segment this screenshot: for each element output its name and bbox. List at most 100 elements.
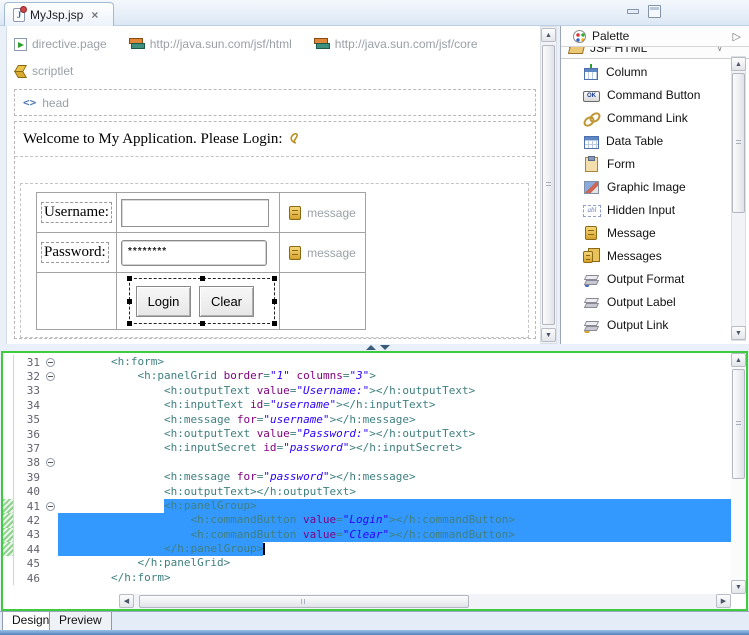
- scrollbar-thumb[interactable]: [542, 45, 555, 325]
- sash-up-icon[interactable]: [366, 345, 376, 350]
- selection-handle[interactable]: [200, 321, 205, 326]
- code-text[interactable]: </h:panelGrid>: [58, 556, 731, 570]
- palette-item-hidden-input[interactable]: Hidden Input: [561, 198, 729, 221]
- code-line-38[interactable]: 38: [3, 456, 731, 470]
- code-text[interactable]: <h:outputText value="Username:"></h:outp…: [58, 384, 731, 398]
- source-editor[interactable]: 31 <h:form>32 <h:panelGrid border="1" co…: [1, 351, 748, 611]
- password-label[interactable]: Password:: [41, 242, 109, 263]
- palette-item-form[interactable]: Form: [561, 152, 729, 175]
- scriptlet-element[interactable]: scriptlet: [14, 63, 73, 79]
- palette-item-message[interactable]: Message: [561, 221, 729, 244]
- code-line-41[interactable]: 41 <h:panelGroup>: [3, 499, 731, 513]
- selection-handle[interactable]: [272, 321, 277, 326]
- split-sash[interactable]: [0, 344, 749, 351]
- palette-item-column[interactable]: Column: [561, 60, 729, 83]
- palette-item-messages[interactable]: Messages: [561, 244, 729, 267]
- code-text[interactable]: <h:inputText id="username"></h:inputText…: [58, 398, 731, 412]
- palette-item-command-link[interactable]: Command Link: [561, 106, 729, 129]
- palette-scrollbar[interactable]: ▲ ▼: [731, 56, 746, 341]
- code-line-32[interactable]: 32 <h:panelGrid border="1" columns="3">: [3, 369, 731, 383]
- selection-handle[interactable]: [272, 299, 277, 304]
- panel-group-selected[interactable]: Login Clear: [129, 278, 275, 324]
- palette-category-jsf-html[interactable]: JSF HTML ∨: [561, 47, 749, 59]
- sash-down-icon[interactable]: [380, 345, 390, 350]
- code-text[interactable]: <h:commandButton value="Clear"></h:comma…: [58, 528, 731, 542]
- panel-grid-table[interactable]: Username: message: [36, 192, 366, 330]
- code-text[interactable]: <h:message for="password"></h:message>: [58, 470, 731, 484]
- code-line-44[interactable]: 44 </h:panelGroup>: [3, 542, 731, 556]
- design-view[interactable]: directive.page http://java.sun.com/jsf/h…: [0, 26, 540, 344]
- scrollbar-thumb[interactable]: [732, 73, 745, 213]
- scroll-right-icon[interactable]: ▶: [716, 594, 731, 608]
- code-line-36[interactable]: 36 <h:outputText value="Password:"></h:o…: [3, 427, 731, 441]
- palette-expand-icon[interactable]: ▷: [733, 30, 741, 43]
- directive-page-element[interactable]: directive.page: [14, 37, 107, 51]
- code-line-42[interactable]: 42 <h:commandButton value="Login"></h:co…: [3, 513, 731, 527]
- code-text[interactable]: <h:panelGroup>: [58, 499, 731, 513]
- scroll-down-icon[interactable]: ▼: [731, 326, 746, 340]
- code-line-31[interactable]: 31 <h:form>: [3, 355, 731, 369]
- form-element[interactable]: Username: message: [20, 183, 529, 338]
- selection-handle[interactable]: [127, 321, 132, 326]
- source-horizontal-scrollbar[interactable]: ◀ ▶: [119, 594, 731, 609]
- palette-item-command-button[interactable]: Command Button: [561, 83, 729, 106]
- palette-item-output-label[interactable]: Output Label: [561, 290, 729, 313]
- fold-collapse-icon[interactable]: [46, 358, 55, 367]
- code-line-33[interactable]: 33 <h:outputText value="Username:"></h:o…: [3, 384, 731, 398]
- code-line-37[interactable]: 37 <h:inputSecret id="password"></h:inpu…: [3, 441, 731, 455]
- fold-collapse-icon[interactable]: [46, 458, 55, 467]
- taglib-html-element[interactable]: http://java.sun.com/jsf/html: [129, 37, 292, 51]
- code-line-46[interactable]: 46 </h:form>: [3, 571, 731, 585]
- login-button[interactable]: Login: [136, 286, 191, 317]
- password-message[interactable]: message: [284, 246, 361, 260]
- scroll-up-icon[interactable]: ▲: [731, 57, 746, 71]
- selection-handle[interactable]: [127, 276, 132, 281]
- code-text[interactable]: <h:outputText></h:outputText>: [58, 485, 731, 499]
- maximize-view-icon[interactable]: [648, 5, 661, 18]
- code-line-43[interactable]: 43 <h:commandButton value="Clear"></h:co…: [3, 528, 731, 542]
- body-element[interactable]: Welcome to My Application. Please Login:…: [14, 121, 536, 339]
- scrollbar-thumb[interactable]: [732, 369, 745, 479]
- fold-collapse-icon[interactable]: [46, 372, 55, 381]
- palette-header[interactable]: Palette ▷: [561, 26, 749, 47]
- palette-item-graphic-image[interactable]: Graphic Image: [561, 175, 729, 198]
- code-text[interactable]: <h:form>: [58, 355, 731, 369]
- scroll-down-icon[interactable]: ▼: [731, 580, 746, 594]
- source-vertical-scrollbar[interactable]: ▲ ▼: [731, 353, 746, 594]
- code-line-45[interactable]: 45 </h:panelGrid>: [3, 556, 731, 570]
- scrollbar-thumb[interactable]: [139, 595, 469, 608]
- code-text[interactable]: </h:panelGroup>: [58, 542, 731, 556]
- minimize-view-icon[interactable]: [627, 9, 639, 14]
- scroll-up-icon[interactable]: ▲: [541, 28, 556, 42]
- taglib-core-element[interactable]: http://java.sun.com/jsf/core: [314, 37, 478, 51]
- selection-handle[interactable]: [272, 276, 277, 281]
- code-text[interactable]: </h:form>: [58, 571, 731, 585]
- tab-preview[interactable]: Preview: [49, 612, 112, 631]
- palette-item-output-link[interactable]: Output Link: [561, 313, 729, 336]
- code-line-39[interactable]: 39 <h:message for="password"></h:message…: [3, 470, 731, 484]
- code-text[interactable]: <h:inputSecret id="password"></h:inputSe…: [58, 441, 731, 455]
- palette-item-output-format[interactable]: Output Format: [561, 267, 729, 290]
- username-label[interactable]: Username:: [41, 202, 112, 223]
- scroll-up-icon[interactable]: ▲: [731, 353, 746, 367]
- selection-handle[interactable]: [127, 299, 132, 304]
- password-input[interactable]: ********: [121, 240, 267, 266]
- selection-handle[interactable]: [200, 276, 205, 281]
- design-vertical-scrollbar[interactable]: ▲ ▼: [540, 26, 557, 344]
- fold-collapse-icon[interactable]: [46, 502, 55, 511]
- username-message[interactable]: message: [284, 206, 361, 220]
- close-icon[interactable]: ×: [91, 8, 98, 22]
- code-text[interactable]: <h:message for="username"></h:message>: [58, 413, 731, 427]
- scroll-down-icon[interactable]: ▼: [541, 328, 556, 342]
- code-text[interactable]: <h:outputText value="Password:"></h:outp…: [58, 427, 731, 441]
- code-line-34[interactable]: 34 <h:inputText id="username"></h:inputT…: [3, 398, 731, 412]
- head-element[interactable]: <> head: [14, 89, 536, 116]
- username-input[interactable]: [121, 199, 269, 227]
- chevron-down-icon[interactable]: ∨: [716, 47, 723, 54]
- editor-tab-myjsp[interactable]: MyJsp.jsp ×: [4, 2, 114, 26]
- code-text[interactable]: <h:commandButton value="Login"></h:comma…: [58, 513, 731, 527]
- scroll-left-icon[interactable]: ◀: [119, 594, 134, 608]
- welcome-output-text[interactable]: Welcome to My Application. Please Login:: [15, 122, 535, 157]
- clear-button[interactable]: Clear: [199, 286, 254, 317]
- code-text[interactable]: <h:panelGrid border="1" columns="3">: [58, 369, 731, 383]
